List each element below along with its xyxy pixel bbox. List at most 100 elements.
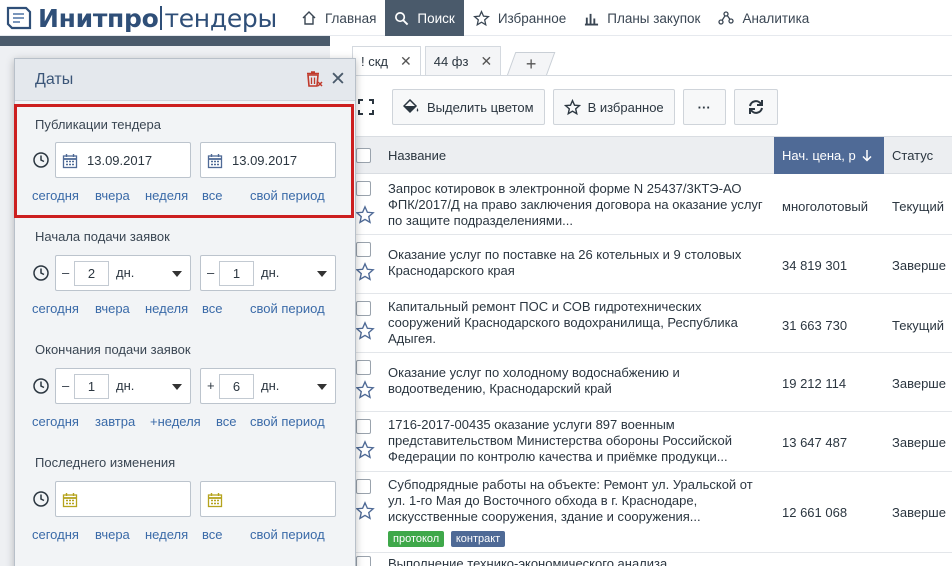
end-relative-to[interactable]: + 6 дн.: [200, 368, 336, 404]
chevron-down-icon[interactable]: [317, 384, 327, 390]
section-title-end: Окончания подачи заявок: [35, 342, 191, 357]
start-relative-from[interactable]: – 2 дн.: [55, 255, 191, 291]
row-name[interactable]: Оказание услуг по холодному водоснабжени…: [388, 365, 773, 397]
favorite-star-icon[interactable]: [355, 205, 375, 225]
nav-home[interactable]: Главная: [292, 0, 385, 36]
link-plus-week[interactable]: +неделя: [150, 414, 201, 429]
link-all[interactable]: все: [202, 301, 223, 316]
tab-close-icon[interactable]: ✕: [400, 53, 412, 70]
results-toolbar: Выделить цветом В избранное ···: [352, 89, 786, 125]
link-yesterday[interactable]: вчера: [95, 301, 130, 316]
link-all[interactable]: все: [216, 414, 237, 429]
end-to-days-input[interactable]: 6: [219, 374, 254, 399]
link-week[interactable]: неделя: [145, 527, 188, 542]
row-checkbox[interactable]: [356, 181, 371, 196]
contract-badge[interactable]: контракт: [450, 531, 506, 547]
tab-44fz[interactable]: 44 фз ✕: [424, 46, 502, 76]
row-status: Текущий: [892, 199, 944, 214]
nav-plans[interactable]: Планы закупок: [575, 0, 709, 36]
add-tab-button[interactable]: +: [506, 52, 556, 76]
table-row[interactable]: Выполнение технико-экономического анализ…: [352, 554, 952, 566]
chevron-down-icon[interactable]: [317, 271, 327, 277]
link-all[interactable]: все: [202, 527, 223, 542]
favorite-star-icon[interactable]: [355, 440, 375, 460]
tab-close-icon[interactable]: ✕: [480, 53, 492, 70]
favorite-star-icon[interactable]: [355, 262, 375, 282]
logo[interactable]: Инитпро тендеры: [4, 2, 277, 34]
start-to-days-input[interactable]: 1: [219, 261, 254, 286]
column-header-name[interactable]: Название: [388, 137, 446, 174]
clock-icon[interactable]: [32, 264, 50, 282]
favorite-star-icon[interactable]: [355, 380, 375, 400]
row-price: многолотовый: [782, 199, 868, 214]
link-week[interactable]: неделя: [145, 301, 188, 316]
row-name[interactable]: Субподрядные работы на объекте: Ремонт у…: [388, 477, 773, 525]
search-icon: [395, 11, 409, 25]
link-today[interactable]: сегодня: [32, 414, 79, 429]
protocol-badge[interactable]: протокол: [388, 531, 445, 547]
favorite-star-icon[interactable]: [355, 501, 375, 521]
select-all-checkbox[interactable]: [356, 137, 371, 174]
row-checkbox[interactable]: [356, 301, 371, 316]
panel-header: Даты ✕: [15, 59, 355, 101]
row-price: 13 647 487: [782, 435, 848, 450]
logo-text-left: Инитпро: [38, 3, 159, 33]
link-custom-period[interactable]: свой период: [250, 527, 325, 542]
start-relative-to[interactable]: – 1 дн.: [200, 255, 336, 291]
row-checkbox[interactable]: [356, 242, 371, 257]
clock-icon[interactable]: [32, 490, 50, 508]
link-custom-period[interactable]: свой период: [250, 414, 325, 429]
nav-home-label: Главная: [325, 10, 377, 26]
row-status: Заверше: [892, 435, 946, 450]
link-today[interactable]: сегодня: [32, 527, 79, 542]
start-from-days-input[interactable]: 2: [74, 261, 109, 286]
nav-favorites[interactable]: Избранное: [464, 0, 575, 36]
row-checkbox[interactable]: [356, 419, 371, 434]
refresh-button[interactable]: [733, 89, 778, 125]
modified-date-from[interactable]: [55, 481, 191, 517]
tab-skd[interactable]: ! скд ✕: [352, 46, 421, 76]
link-yesterday[interactable]: вчера: [95, 527, 130, 542]
table-row[interactable]: Оказание услуг по поставке на 26 котельн…: [352, 236, 952, 294]
row-checkbox[interactable]: [356, 360, 371, 375]
star-icon: [472, 9, 490, 26]
add-to-favorites-button[interactable]: В избранное: [552, 89, 675, 125]
modified-date-to[interactable]: [200, 481, 336, 517]
more-button[interactable]: ···: [682, 89, 726, 125]
nav-search[interactable]: Поиск: [385, 0, 464, 36]
row-name[interactable]: Оказание услуг по поставке на 26 котельн…: [388, 247, 773, 279]
favorite-star-icon[interactable]: [355, 321, 375, 341]
end-from-days-input[interactable]: 1: [74, 374, 109, 399]
tab-skd-label: ! скд: [361, 54, 388, 69]
row-name[interactable]: 1716-2017-00435 оказание услуги 897 воен…: [388, 417, 773, 465]
column-header-status[interactable]: Статус: [892, 137, 933, 174]
clear-filter-trash-icon[interactable]: [305, 70, 323, 88]
link-tomorrow[interactable]: завтра: [95, 414, 135, 429]
clock-icon[interactable]: [32, 377, 50, 395]
chevron-down-icon[interactable]: [172, 384, 182, 390]
table-row[interactable]: Субподрядные работы на объекте: Ремонт у…: [352, 473, 952, 553]
bar-chart-icon: [585, 13, 599, 26]
refresh-icon: [748, 100, 763, 114]
table-row[interactable]: Оказание услуг по холодному водоснабжени…: [352, 354, 952, 412]
close-panel-icon[interactable]: ✕: [330, 68, 346, 91]
table-row[interactable]: 1716-2017-00435 оказание услуги 897 воен…: [352, 413, 952, 472]
chevron-down-icon[interactable]: [172, 271, 182, 277]
table-row[interactable]: Капитальный ремонт ПОС и СОВ гидротехнич…: [352, 295, 952, 353]
expand-button[interactable]: [352, 89, 384, 125]
table-row[interactable]: Запрос котировок в электронной форме N 2…: [352, 175, 952, 235]
row-name[interactable]: Запрос котировок в электронной форме N 2…: [388, 181, 773, 229]
row-checkbox[interactable]: [356, 556, 371, 566]
results-table-header: Название Нач. цена, р Статус: [352, 136, 952, 174]
row-checkbox[interactable]: [356, 479, 371, 494]
start-to-sign: –: [207, 265, 215, 280]
column-header-price[interactable]: Нач. цена, р: [774, 137, 884, 174]
highlight-color-label: Выделить цветом: [427, 99, 534, 115]
end-relative-from[interactable]: – 1 дн.: [55, 368, 191, 404]
nav-analytics[interactable]: Аналитика: [709, 0, 818, 36]
highlight-color-button[interactable]: Выделить цветом: [392, 89, 545, 125]
link-today[interactable]: сегодня: [32, 301, 79, 316]
row-name[interactable]: Капитальный ремонт ПОС и СОВ гидротехнич…: [388, 299, 773, 347]
link-custom-period[interactable]: свой период: [250, 301, 325, 316]
row-name[interactable]: Выполнение технико-экономического анализ…: [388, 556, 773, 566]
